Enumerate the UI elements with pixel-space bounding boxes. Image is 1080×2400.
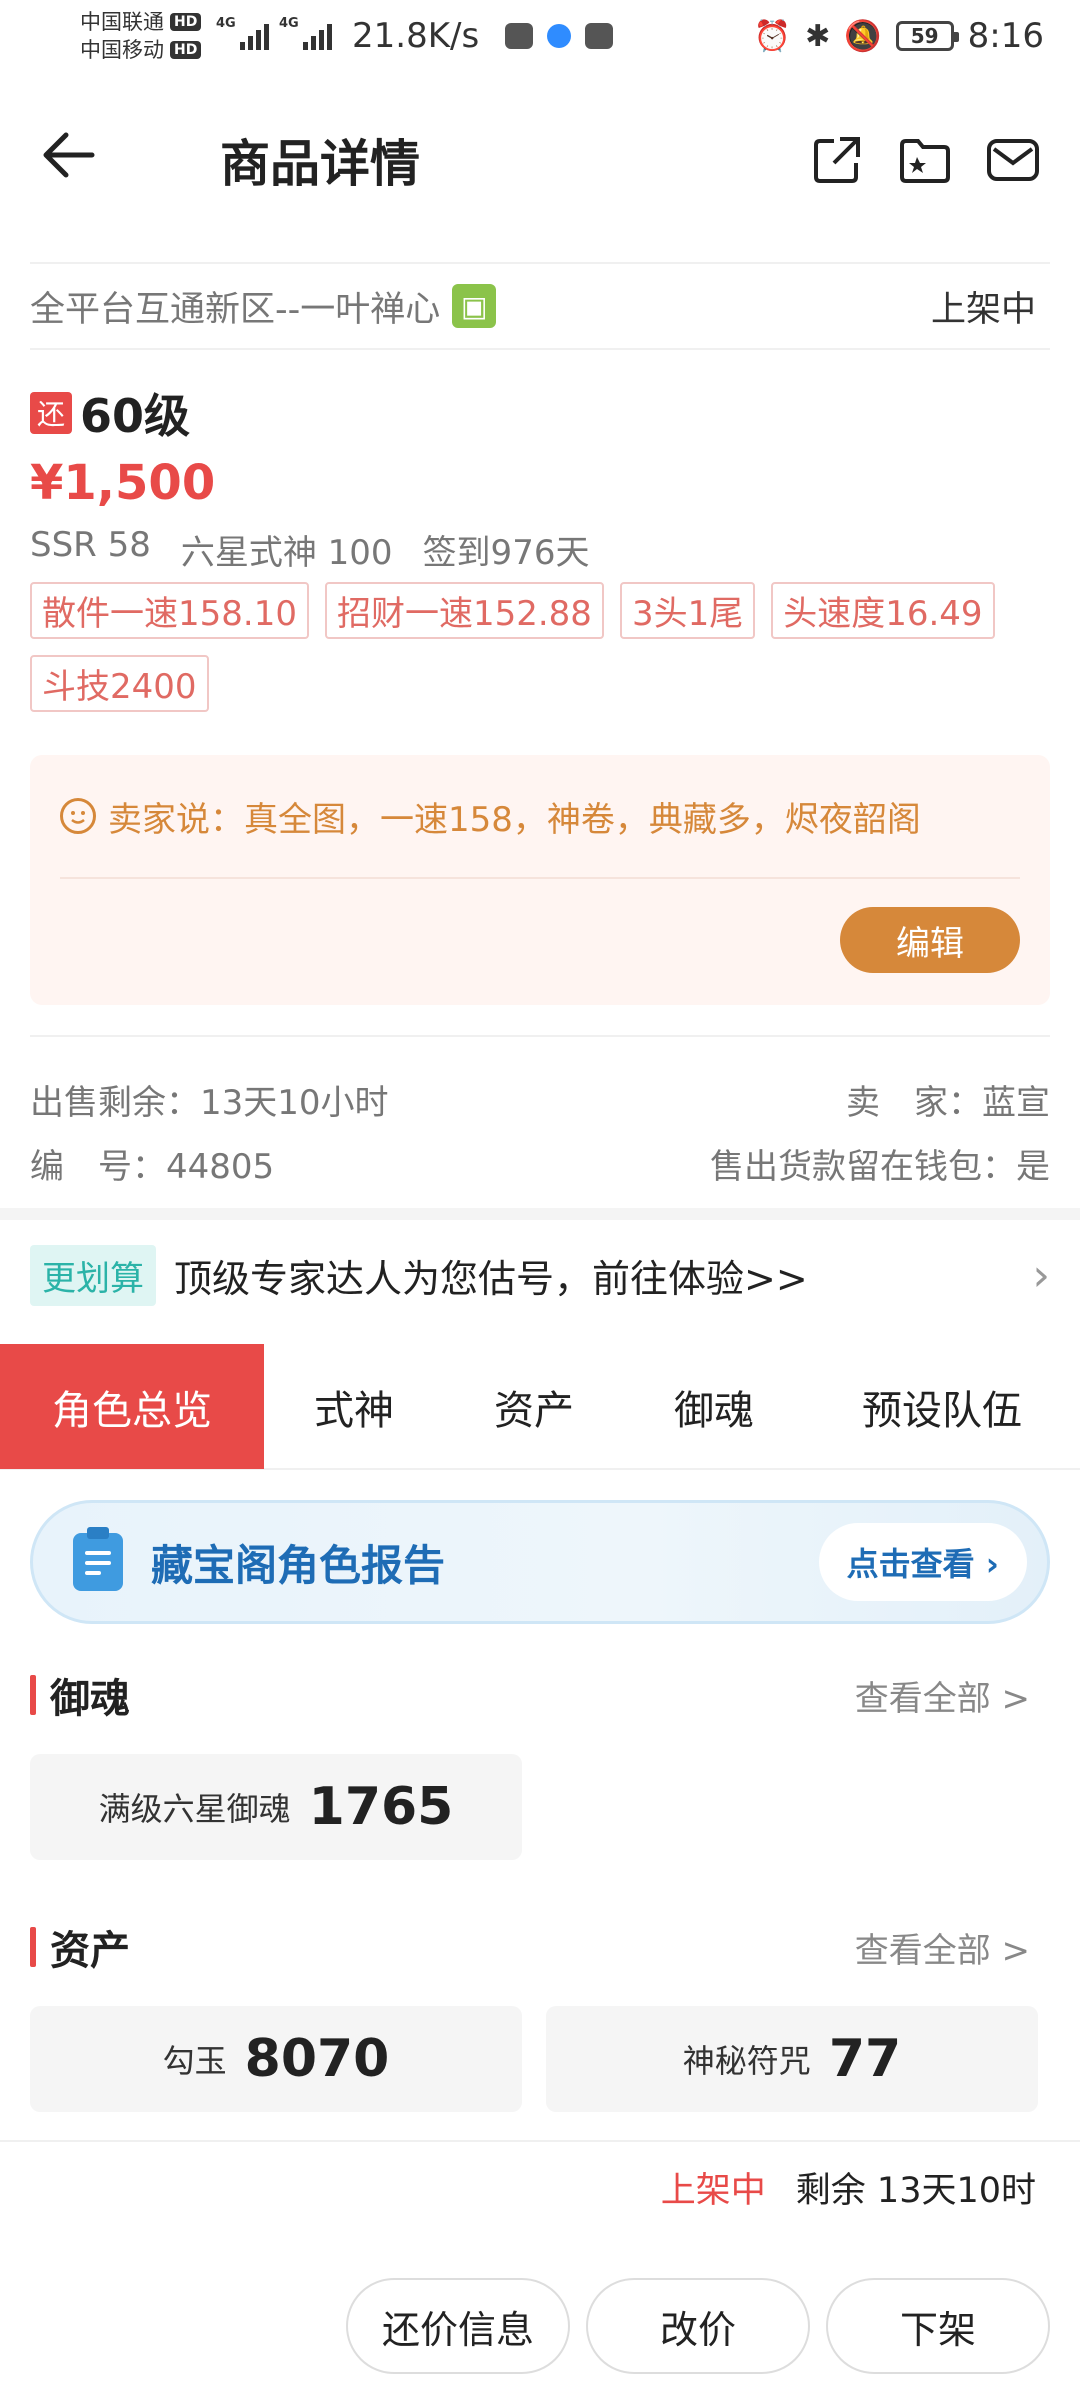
server-row: 全平台互通新区--一叶禅心 ▣ 上架中 [30, 262, 1050, 350]
yuhun-title: 御魂 [50, 1676, 130, 1722]
alarm-icon: ⏰ [753, 18, 792, 54]
android-icon: ▣ [452, 284, 497, 328]
tag: 散件一速158.10 [30, 582, 309, 639]
asset-card-charm: 神秘符咒 77 [546, 2006, 1038, 2112]
yuhun-see-all[interactable]: 查看全部 > [855, 1671, 1050, 1720]
card-value: 77 [828, 2029, 902, 2089]
promo-text: 顶级专家达人为您估号，前往体验>> [174, 1256, 808, 1301]
clipboard-icon [73, 1527, 123, 1591]
asset-card-gouyu: 勾玉 8070 [30, 2006, 522, 2112]
seller-note-text: 卖家说：真全图，一速158，神卷，典藏多，烬夜韶阁 [108, 799, 921, 840]
section-marker [30, 1675, 36, 1715]
assets-section-header: 资产 查看全部 > [30, 1917, 1050, 1977]
hd-badge-1: HD [170, 13, 202, 31]
price: ¥1,500 [30, 455, 216, 511]
tab-preset-team[interactable]: 预设队伍 [804, 1344, 1080, 1469]
share-icon[interactable] [810, 135, 864, 185]
bottom-action-bar: 上架中 剩余 13天10时 还价信息 改价 下架 [0, 2140, 1080, 2400]
tag-list: 散件一速158.10 招财一速152.88 3头1尾 头速度16.49 斗技24… [30, 582, 1030, 712]
notification-icons [505, 23, 614, 49]
divider [0, 1208, 1080, 1220]
app-notification-icon [505, 23, 534, 49]
seller-name: 卖 家：蓝宣 [846, 1082, 1050, 1123]
signal-icons: 4G 4G [216, 16, 332, 50]
assets-title: 资产 [50, 1928, 130, 1974]
app-header: 商品详情 [0, 100, 1080, 220]
meta-ssr: SSR 58 [30, 525, 151, 565]
hd-badge-2: HD [170, 41, 202, 59]
browser-notification-icon [547, 24, 572, 48]
listing-id: 编 号：44805 [30, 1146, 275, 1187]
bottom-remaining: 剩余 13天10时 [795, 2171, 1036, 2211]
tab-yuhun[interactable]: 御魂 [624, 1344, 804, 1469]
section-marker [30, 1927, 36, 1967]
tag: 头速度16.49 [771, 582, 995, 639]
tag: 3头1尾 [619, 582, 756, 639]
meta-row: SSR 58 六星式神 100 签到976天 [30, 525, 1050, 574]
message-icon[interactable] [986, 135, 1040, 185]
favorite-folder-icon[interactable] [898, 135, 952, 185]
app-notification-icon [585, 23, 614, 49]
server-info: 全平台互通新区--一叶禅心 ▣ [30, 281, 497, 332]
bluetooth-icon: ✱ [805, 18, 831, 54]
meta-six-star: 六星式神 100 [180, 533, 393, 573]
level-title: 60级 [80, 389, 191, 443]
card-value: 8070 [244, 2029, 390, 2089]
tab-bar: 角色总览 式神 资产 御魂 预设队伍 [0, 1344, 1080, 1470]
remaining-time: 出售剩余：13天10小时 [30, 1082, 389, 1123]
bargain-info-button[interactable]: 还价信息 [346, 2278, 570, 2374]
back-arrow-icon[interactable] [40, 130, 120, 190]
tag: 斗技2400 [30, 655, 209, 712]
network-speed: 21.8K/s [352, 16, 480, 56]
seller-note-box: 卖家说：真全图，一速158，神卷，典藏多，烬夜韶阁 编辑 [30, 755, 1050, 1005]
server-name: 全平台互通新区--一叶禅心 [30, 289, 441, 330]
mute-icon: 🔕 [844, 18, 882, 54]
clock: 8:16 [967, 16, 1044, 56]
signal-icon-2: 4G [279, 16, 332, 50]
carrier-2: 中国移动 [80, 38, 164, 62]
listing-status: 上架中 [930, 289, 1036, 330]
card-value: 1765 [308, 1777, 454, 1837]
valuation-promo[interactable]: 更划算 顶级专家达人为您估号，前往体验>> › [30, 1240, 1050, 1310]
status-bar: 中国联通 HD 中国移动 HD 4G 4G 21.8K/s ⏰ ✱ 🔕 59 8:1… [0, 0, 1080, 72]
listing-info: 出售剩余：13天10小时 卖 家：蓝宣 编 号：44805 售出货款留在钱包：是 [30, 1035, 1050, 1195]
battery-icon: 59 [895, 21, 959, 51]
tab-shikigami[interactable]: 式神 [264, 1344, 444, 1469]
card-label: 神秘符咒 [682, 2042, 811, 2080]
card-label: 勾玉 [162, 2042, 227, 2080]
level-row: 还 60级 [30, 380, 1050, 446]
delist-button[interactable]: 下架 [826, 2278, 1050, 2374]
change-price-button[interactable]: 改价 [586, 2278, 810, 2374]
tag: 招财一速152.88 [324, 582, 604, 639]
role-report-banner[interactable]: 藏宝阁角色报告 点击查看 › [30, 1500, 1050, 1624]
meta-signin: 签到976天 [422, 533, 590, 573]
promo-badge: 更划算 [30, 1244, 156, 1306]
smile-icon [60, 798, 96, 834]
carrier-1: 中国联通 [80, 10, 164, 34]
chevron-right-icon: › [1032, 1249, 1050, 1301]
carriers: 中国联通 HD 中国移动 HD [80, 8, 210, 64]
assets-see-all[interactable]: 查看全部 > [855, 1923, 1050, 1972]
edit-button[interactable]: 编辑 [840, 907, 1020, 973]
yuhun-card: 满级六星御魂 1765 [30, 1754, 522, 1860]
tab-role-overview[interactable]: 角色总览 [0, 1344, 264, 1469]
view-report-button[interactable]: 点击查看 › [818, 1523, 1027, 1601]
wallet-setting: 售出货款留在钱包：是 [710, 1146, 1050, 1187]
bottom-listing-status: 上架中 [660, 2171, 766, 2211]
card-label: 满级六星御魂 [98, 1790, 291, 1828]
signal-icon-1: 4G [216, 16, 269, 50]
yuhun-section-header: 御魂 查看全部 > [30, 1665, 1050, 1725]
page-title: 商品详情 [220, 135, 420, 193]
report-title: 藏宝阁角色报告 [151, 1540, 446, 1590]
bargain-badge: 还 [30, 392, 72, 434]
tab-assets[interactable]: 资产 [444, 1344, 624, 1469]
